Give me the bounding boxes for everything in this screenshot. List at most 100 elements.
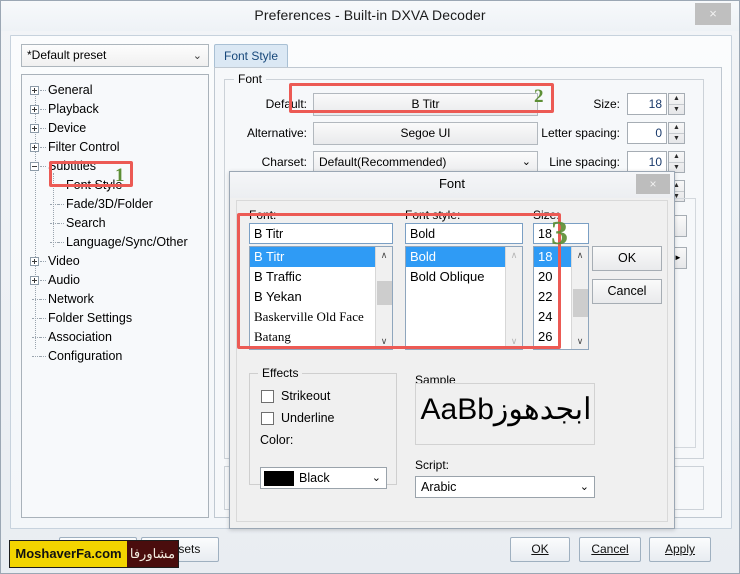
size-input[interactable]: 18 — [627, 93, 667, 115]
scroll-up-icon[interactable]: ∧ — [506, 247, 522, 263]
tree-guide-dash — [40, 147, 46, 148]
sample-preview-box: ابجدهوزAaBb — [415, 383, 595, 445]
alternative-font-button[interactable]: Segoe UI — [313, 122, 538, 145]
sidebar-item-device[interactable]: Device — [22, 119, 208, 138]
sidebar-item-network[interactable]: Network — [22, 290, 208, 309]
sidebar-item-association[interactable]: Association — [22, 328, 208, 347]
stepper-up-icon[interactable]: ▲ — [669, 123, 684, 133]
font-name-input[interactable]: B Titr — [249, 223, 393, 244]
tree-guide-dash — [50, 242, 58, 243]
chevron-down-icon: ⌄ — [579, 481, 589, 493]
stepper-down-icon[interactable]: ▼ — [669, 104, 684, 114]
window-close-button[interactable]: × — [695, 3, 731, 25]
sidebar-item-label: Network — [48, 292, 94, 306]
font-dialog-close-button[interactable]: × — [636, 174, 670, 194]
scroll-up-icon[interactable]: ∧ — [376, 247, 392, 263]
font-family-item[interactable]: Batang — [250, 327, 375, 347]
sidebar-item-filter-control[interactable]: Filter Control — [22, 138, 208, 157]
font-dialog-ok-button[interactable]: OK — [592, 246, 662, 271]
font-style-input[interactable]: Bold — [405, 223, 523, 244]
font-dialog: Font × Font: B Titr B Titr B Traffic B Yek… — [229, 171, 675, 529]
font-family-item[interactable]: B Titr — [250, 247, 375, 267]
font-style-scrollbar[interactable]: ∧ ∨ — [505, 247, 522, 349]
expand-icon[interactable] — [30, 276, 39, 285]
sidebar-item-label: Subtitles — [48, 159, 96, 173]
preset-dropdown[interactable]: *Default preset ⌄ — [21, 44, 209, 67]
sidebar-item-playback[interactable]: Playback — [22, 100, 208, 119]
sidebar-item-configuration[interactable]: Configuration — [22, 347, 208, 366]
expand-icon[interactable] — [30, 124, 39, 133]
sample-preview-text: ابجدهوزAaBb — [420, 393, 592, 426]
expand-icon[interactable] — [30, 105, 39, 114]
font-style-item[interactable]: Bold Oblique — [406, 267, 505, 287]
collapse-icon[interactable] — [30, 162, 39, 171]
sidebar-item-language-sync-other[interactable]: Language/Sync/Other — [22, 233, 208, 252]
font-size-list[interactable]: 18202224262836 ∧ ∨ — [533, 246, 589, 350]
font-size-item[interactable]: 26 — [534, 327, 571, 347]
tree-guide-dash — [50, 204, 58, 205]
sidebar-item-folder-settings[interactable]: Folder Settings — [22, 309, 208, 328]
window-title: Preferences - Built-in DXVA Decoder — [254, 7, 486, 23]
underline-checkbox[interactable] — [261, 412, 274, 425]
font-list-scrollbar[interactable]: ∧ ∨ — [375, 247, 392, 349]
font-size-item[interactable]: 24 — [534, 307, 571, 327]
default-font-button[interactable]: B Titr — [313, 93, 538, 116]
sidebar-item-label: Folder Settings — [48, 311, 133, 325]
tree-guide-dash — [58, 223, 64, 224]
font-dialog-titlebar: Font × — [230, 172, 674, 198]
sidebar-item-search[interactable]: Search — [22, 214, 208, 233]
sidebar-item-general[interactable]: General — [22, 81, 208, 100]
letter-spacing-input[interactable]: 0 — [627, 122, 667, 144]
stepper-down-icon[interactable]: ▼ — [669, 133, 684, 143]
scroll-down-icon[interactable]: ∨ — [506, 333, 522, 349]
scroll-up-icon[interactable]: ∧ — [572, 247, 588, 263]
stepper-up-icon[interactable]: ▲ — [669, 94, 684, 104]
font-style-list[interactable]: Bold Bold Oblique ∧ ∨ — [405, 246, 523, 350]
line-spacing-label: Line spacing: — [549, 155, 620, 169]
sidebar-item-video[interactable]: Video — [22, 252, 208, 271]
font-family-item[interactable]: Baskerville Old Face — [250, 307, 375, 327]
size-stepper[interactable]: ▲ ▼ — [668, 93, 685, 115]
preset-selected-value: *Default preset — [27, 48, 107, 62]
font-family-list[interactable]: B Titr B Traffic B Yekan Baskerville Old Fa… — [249, 246, 393, 350]
sidebar-item-fade-3d-folder[interactable]: Fade/3D/Folder — [22, 195, 208, 214]
annotation-number-1: 1 — [115, 165, 125, 186]
scrollbar-thumb[interactable] — [377, 281, 392, 305]
strikeout-checkbox[interactable] — [261, 390, 274, 403]
sidebar-item-label: Filter Control — [48, 140, 120, 154]
cancel-button[interactable]: Cancel — [579, 537, 641, 562]
letter-spacing-stepper[interactable]: ▲ ▼ — [668, 122, 685, 144]
font-family-item[interactable]: B Yekan — [250, 287, 375, 307]
tree-guide-dash — [40, 109, 46, 110]
tree-guide-dash — [50, 185, 58, 186]
color-dropdown[interactable]: Black ⌄ — [260, 467, 387, 489]
scroll-down-icon[interactable]: ∨ — [572, 333, 588, 349]
tree-guide-dash — [40, 299, 46, 300]
expand-icon[interactable] — [30, 86, 39, 95]
effects-groupbox: Effects Strikeout Underline Color: Black… — [249, 366, 397, 489]
sidebar-item-label: Association — [48, 330, 112, 344]
size-label: Size: — [593, 97, 620, 111]
font-size-item[interactable]: 20 — [534, 267, 571, 287]
font-dialog-cancel-button[interactable]: Cancel — [592, 279, 662, 304]
line-spacing-input[interactable]: 10 — [627, 151, 667, 173]
line-spacing-stepper[interactable]: ▲ ▼ — [668, 151, 685, 173]
scrollbar-thumb[interactable] — [573, 289, 588, 317]
scroll-down-icon[interactable]: ∨ — [376, 333, 392, 349]
font-size-item[interactable]: 22 — [534, 287, 571, 307]
stepper-up-icon[interactable]: ▲ — [669, 152, 684, 162]
annotation-number-2: 2 — [534, 86, 544, 107]
ok-button[interactable]: OK — [510, 537, 570, 562]
settings-tree[interactable]: General Playback Device Filter Control Subti… — [21, 74, 209, 518]
font-style-value: Bold — [410, 227, 436, 241]
script-dropdown[interactable]: Arabic ⌄ — [415, 476, 595, 498]
tab-font-style[interactable]: Font Style — [214, 44, 289, 68]
expand-icon[interactable] — [30, 257, 39, 266]
expand-icon[interactable] — [30, 143, 39, 152]
font-family-item[interactable]: B Traffic — [250, 267, 375, 287]
font-style-item[interactable]: Bold — [406, 247, 505, 267]
font-size-item[interactable]: 28 — [534, 347, 571, 349]
apply-button[interactable]: Apply — [649, 537, 711, 562]
font-size-scrollbar[interactable]: ∧ ∨ — [571, 247, 588, 349]
sidebar-item-audio[interactable]: Audio — [22, 271, 208, 290]
